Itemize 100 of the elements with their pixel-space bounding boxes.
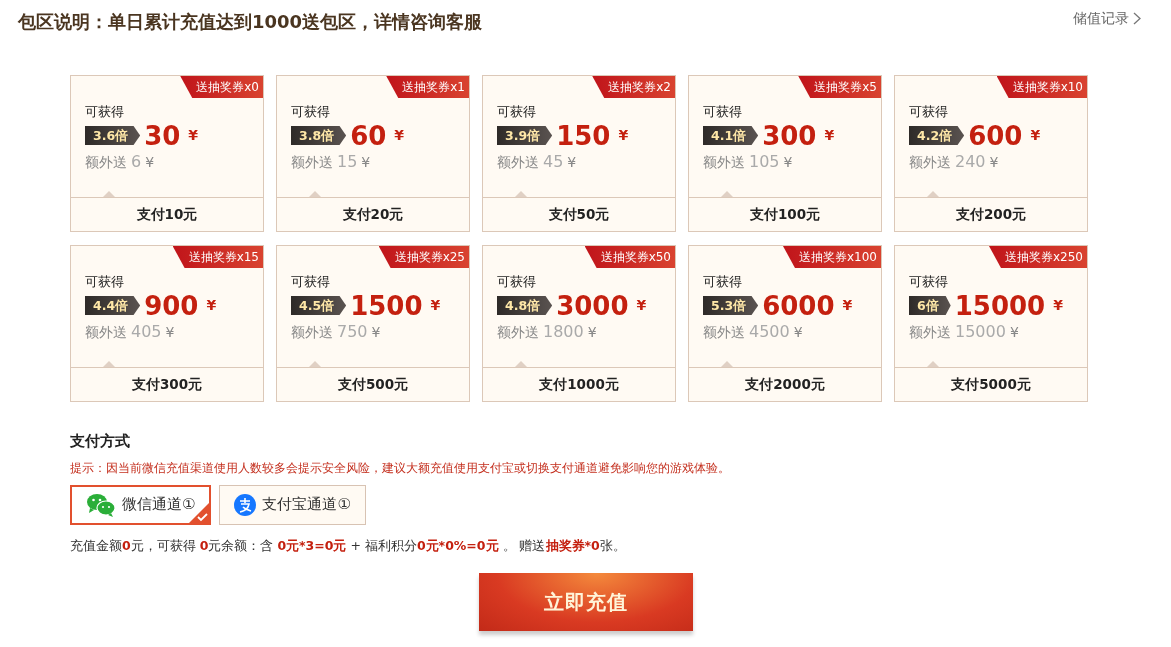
bonus-label: 额外送 (703, 322, 745, 342)
pay-amount: 支付20元 (277, 197, 469, 231)
currency-text: ¥ (165, 322, 175, 342)
bonus-amount: 15 (337, 150, 358, 173)
package-card[interactable]: 送抽奖券x100 可获得 5.3倍 6000 ¥ 额外送 4500 ¥ 支付2000元 (688, 245, 882, 402)
ticket-ribbon: 送抽奖券x50 (584, 246, 675, 268)
currency-text: ¥ (783, 152, 793, 172)
multiplier-tag: 4.8倍 (497, 296, 553, 315)
obtain-label: 可获得 (497, 103, 537, 121)
currency-text: ¥ (636, 296, 647, 315)
chat-bubbles-icon (86, 492, 116, 517)
multiplier-tag: 4.1倍 (703, 126, 759, 145)
currency-text: ¥ (793, 322, 803, 342)
amount-text: 30 (144, 121, 181, 150)
multiplier-tag: 3.9倍 (497, 126, 553, 145)
pointer-triangle-icon (309, 361, 321, 367)
bonus-label: 额外送 (909, 152, 951, 172)
pay-amount: 支付100元 (689, 197, 881, 231)
pointer-triangle-icon (721, 191, 733, 197)
obtain-label: 可获得 (291, 273, 331, 291)
pay-amount: 支付50元 (483, 197, 675, 231)
ticket-ribbon: 送抽奖券x0 (180, 76, 263, 98)
pointer-triangle-icon (927, 361, 939, 367)
ticket-ribbon: 送抽奖券x5 (798, 76, 881, 98)
currency-text: ¥ (1053, 296, 1063, 315)
bonus-label: 额外送 (497, 322, 539, 342)
bonus-amount: 15000 (955, 320, 1006, 343)
ticket-ribbon: 送抽奖券x100 (783, 246, 881, 268)
bonus-amount: 240 (955, 150, 986, 173)
warning-notice: 提示：因当前微信充值渠道使用人数较多会提示安全风险，建议大额充值使用支付宝或切换支付通道避免影响您的游戏体验。 (70, 459, 731, 477)
currency-text: ¥ (989, 152, 999, 172)
bonus-label: 额外送 (497, 152, 539, 172)
ticket-ribbon: 送抽奖券x250 (989, 246, 1087, 268)
bonus-amount: 750 (337, 320, 368, 343)
obtain-label: 可获得 (909, 273, 949, 291)
payment-channel-option[interactable]: 支付宝通道① (219, 484, 366, 525)
ticket-ribbon: 送抽奖券x25 (378, 246, 469, 268)
amount-text: 3000 (556, 291, 629, 320)
multiplier-tag: 6倍 (909, 296, 951, 315)
amount-text: 60 (350, 121, 387, 150)
pointer-triangle-icon (515, 191, 527, 197)
package-card[interactable]: 送抽奖券x15 可获得 4.4倍 900 ¥ 额外送 405 ¥ 支付300元 (70, 245, 264, 402)
package-card[interactable]: 送抽奖券x10 可获得 4.2倍 600 ¥ 额外送 240 ¥ 支付200元 (894, 75, 1088, 232)
bonus-label: 额外送 (291, 322, 333, 342)
ticket-ribbon: 送抽奖券x10 (996, 76, 1087, 98)
recharge-record-link[interactable]: 储值记录 (1073, 8, 1141, 29)
package-card[interactable]: 送抽奖券x5 可获得 4.1倍 300 ¥ 额外送 105 ¥ 支付100元 (688, 75, 882, 232)
pay-amount: 支付500元 (277, 367, 469, 401)
bonus-label: 额外送 (85, 152, 127, 172)
bonus-label: 额外送 (703, 152, 745, 172)
pointer-triangle-icon (515, 361, 527, 367)
summary-text: 充值金额0元，可获得 0元余额：含 0元*3=0元 + 福利积分0元*0%=0元 。 赠送抽奖券*0张。 (70, 536, 627, 555)
pointer-triangle-icon (927, 191, 939, 197)
obtain-label: 可获得 (703, 103, 743, 121)
currency-text: ¥ (361, 152, 371, 172)
currency-text: ¥ (618, 126, 629, 145)
currency-text: ¥ (206, 296, 217, 315)
package-card[interactable]: 送抽奖券x1 可获得 3.8倍 60 ¥ 额外送 15 ¥ 支付20元 (276, 75, 470, 232)
obtain-label: 可获得 (291, 103, 331, 121)
package-card[interactable]: 送抽奖券x250 可获得 6倍 15000 ¥ 额外送 15000 ¥ 支付5000元 (894, 245, 1088, 402)
amount-text: 1500 (350, 291, 423, 320)
amount-text: 600 (968, 121, 1023, 150)
currency-text: ¥ (394, 126, 405, 145)
bonus-label: 额外送 (291, 152, 333, 172)
pay-amount: 支付200元 (895, 197, 1087, 231)
amount-text: 150 (556, 121, 611, 150)
obtain-label: 可获得 (703, 273, 743, 291)
package-card[interactable]: 送抽奖券x0 可获得 3.6倍 30 ¥ 额外送 6 ¥ 支付10元 (70, 75, 264, 232)
pointer-triangle-icon (309, 191, 321, 197)
multiplier-tag: 4.2倍 (909, 126, 965, 145)
multiplier-tag: 3.8倍 (291, 126, 347, 145)
currency-text: ¥ (567, 152, 577, 172)
obtain-label: 可获得 (85, 273, 125, 291)
pointer-triangle-icon (721, 361, 733, 367)
currency-text: ¥ (1009, 322, 1019, 342)
package-card[interactable]: 送抽奖券x50 可获得 4.8倍 3000 ¥ 额外送 1800 ¥ 支付1000元 (482, 245, 676, 402)
pay-amount: 支付1000元 (483, 367, 675, 401)
package-card[interactable]: 送抽奖券x25 可获得 4.5倍 1500 ¥ 额外送 750 ¥ 支付500元 (276, 245, 470, 402)
currency-text: ¥ (188, 126, 199, 145)
pointer-triangle-icon (103, 191, 115, 197)
amount-text: 6000 (762, 291, 835, 320)
ticket-ribbon: 送抽奖券x2 (592, 76, 675, 98)
obtain-label: 可获得 (85, 103, 125, 121)
bonus-amount: 405 (131, 320, 162, 343)
obtain-label: 可获得 (909, 103, 949, 121)
bonus-amount: 1800 (543, 320, 584, 343)
multiplier-tag: 5.3倍 (703, 296, 759, 315)
currency-text: ¥ (430, 296, 441, 315)
pay-amount: 支付10元 (71, 197, 263, 231)
payment-channel-option[interactable]: 微信通道① (70, 484, 212, 525)
section-title: 支付方式 (70, 431, 131, 452)
currency-text: ¥ (1030, 126, 1041, 145)
pay-amount: 支付2000元 (689, 367, 881, 401)
currency-text: ¥ (587, 322, 597, 342)
multiplier-tag: 4.5倍 (291, 296, 347, 315)
package-card[interactable]: 送抽奖券x2 可获得 3.9倍 150 ¥ 额外送 45 ¥ 支付50元 (482, 75, 676, 232)
page-title: 包区说明：单日累计充值达到1000送包区，详情咨询客服 (18, 10, 483, 34)
bonus-amount: 45 (543, 150, 564, 173)
bonus-amount: 6 (131, 150, 142, 173)
amount-text: 300 (762, 121, 817, 150)
